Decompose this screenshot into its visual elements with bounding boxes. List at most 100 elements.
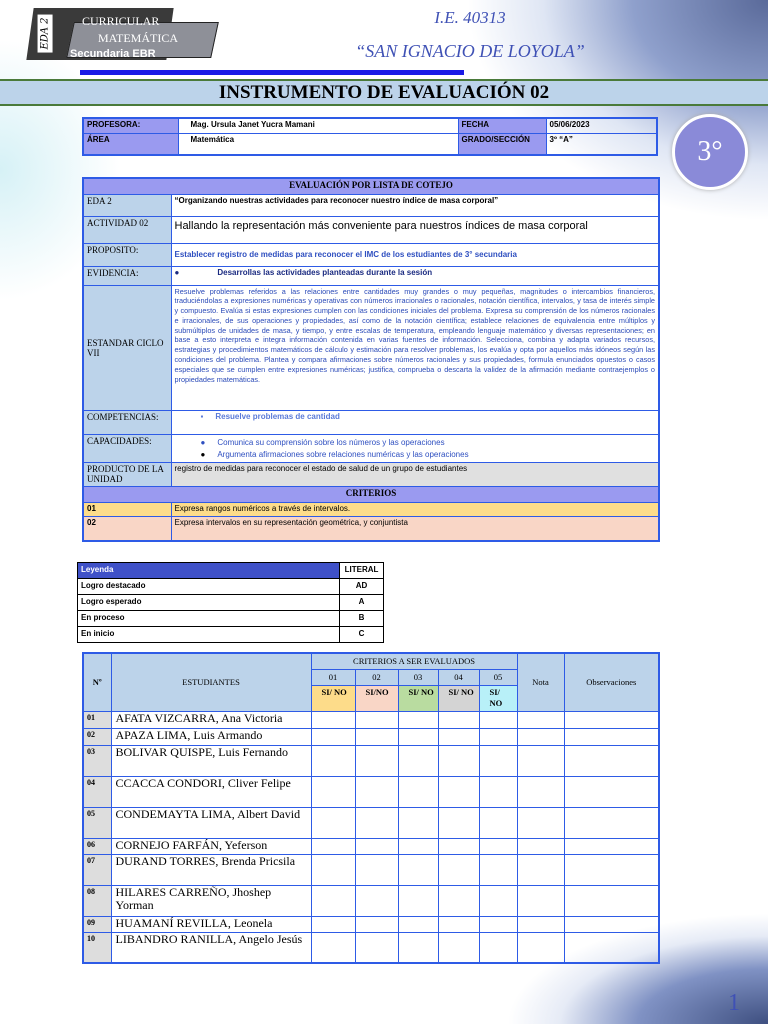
criterion-cell[interactable] — [310, 884, 356, 917]
criterion-cell[interactable] — [478, 775, 518, 808]
grado-value: 3º “A” — [545, 132, 658, 156]
legend-literal: AD — [339, 578, 384, 595]
nota-cell[interactable] — [516, 853, 565, 886]
criterion-cell[interactable] — [310, 727, 356, 746]
criterion-col-header: 04 — [437, 668, 480, 686]
students-header: ESTUDIANTES — [110, 652, 312, 712]
criterion-cell[interactable] — [437, 710, 480, 729]
si-no-header: SI/ NO — [310, 684, 356, 712]
criterion-cell[interactable] — [478, 837, 518, 855]
criterion-cell[interactable] — [354, 884, 399, 917]
criterion-cell[interactable] — [354, 744, 399, 777]
activity-value: Hallando la representación más convenien… — [170, 215, 660, 244]
grade-badge: 3° — [672, 114, 748, 190]
criterion-cell[interactable] — [478, 710, 518, 729]
bullet-icon: ▪ — [200, 411, 204, 421]
eda-badge: EDA 2 CURRICULAR MATEMÁTICA Secundaria E… — [20, 8, 220, 60]
criterion-cell[interactable] — [310, 837, 356, 855]
criterion-cell[interactable] — [397, 853, 439, 886]
student-name: CONDEMAYTA LIMA, Albert David — [110, 806, 312, 839]
criterion-cell[interactable] — [397, 806, 439, 839]
student-num: 04 — [82, 775, 112, 808]
student-name: LIBANDRO RANILLA, Angelo Jesús — [110, 931, 312, 964]
criterion-cell[interactable] — [310, 931, 356, 964]
criterion-cell[interactable] — [310, 710, 356, 729]
observations-cell[interactable] — [563, 775, 660, 808]
nota-cell[interactable] — [516, 727, 565, 746]
criterion-cell[interactable] — [437, 727, 480, 746]
nota-cell[interactable] — [516, 710, 565, 729]
criterion-cell[interactable] — [437, 915, 480, 933]
nota-cell[interactable] — [516, 884, 565, 917]
criterion-cell[interactable] — [437, 853, 480, 886]
observations-cell[interactable] — [563, 931, 660, 964]
evidence-value: Desarrollas las actividades planteadas d… — [217, 267, 433, 277]
nota-cell[interactable] — [516, 744, 565, 777]
criterion-cell[interactable] — [354, 931, 399, 964]
criterion-cell[interactable] — [478, 806, 518, 839]
nota-cell[interactable] — [516, 775, 565, 808]
criterion-cell[interactable] — [397, 915, 439, 933]
observations-cell[interactable] — [563, 837, 660, 855]
si-no-header: SI/NO — [354, 684, 399, 712]
legend-label: Logro destacado — [77, 578, 340, 595]
criterion-cell[interactable] — [437, 884, 480, 917]
criterion-cell[interactable] — [478, 915, 518, 933]
criterion-cell[interactable] — [437, 806, 480, 839]
student-name: BOLIVAR QUISPE, Luis Fernando — [110, 744, 312, 777]
student-name: HILARES CARREÑO, Jhoshep Yorman — [110, 884, 312, 917]
criterion-cell[interactable] — [354, 806, 399, 839]
si-no-header: SI/ NO — [478, 684, 518, 712]
criterion-cell[interactable] — [354, 853, 399, 886]
criterion-cell[interactable] — [397, 837, 439, 855]
row-label: CAPACIDADES: — [82, 433, 172, 463]
criterion-cell[interactable] — [397, 727, 439, 746]
criterion-cell[interactable] — [310, 744, 356, 777]
criterion-cell[interactable] — [354, 837, 399, 855]
nota-cell[interactable] — [516, 915, 565, 933]
criterion-cell[interactable] — [478, 744, 518, 777]
criterion-cell[interactable] — [354, 727, 399, 746]
student-num: 06 — [82, 837, 112, 855]
observations-cell[interactable] — [563, 806, 660, 839]
criterion-cell[interactable] — [478, 884, 518, 917]
criterion-cell[interactable] — [310, 915, 356, 933]
observations-cell[interactable] — [563, 710, 660, 729]
nota-cell[interactable] — [516, 931, 565, 964]
evaluation-title: EVALUACIÓN POR LISTA DE COTEJO — [82, 177, 660, 195]
nota-cell[interactable] — [516, 806, 565, 839]
criterion-cell[interactable] — [437, 837, 480, 855]
observations-cell[interactable] — [563, 744, 660, 777]
legend-header: Leyenda — [77, 562, 340, 579]
observations-cell[interactable] — [563, 915, 660, 933]
observations-cell[interactable] — [563, 727, 660, 746]
criterion-cell[interactable] — [354, 775, 399, 808]
criterion-cell[interactable] — [478, 853, 518, 886]
criterion-cell[interactable] — [397, 931, 439, 964]
criterion-text: Expresa rangos numéricos a través de int… — [170, 501, 660, 517]
criterion-cell[interactable] — [478, 727, 518, 746]
criterion-cell[interactable] — [437, 775, 480, 808]
criterion-cell[interactable] — [354, 915, 399, 933]
row-label: ESTANDAR CICLO VII — [82, 284, 172, 411]
nota-cell[interactable] — [516, 837, 565, 855]
bullet-icon: ● — [174, 267, 180, 277]
area-value: Matemática — [177, 132, 459, 156]
criterion-col-header: 01 — [310, 668, 356, 686]
criterion-cell[interactable] — [310, 806, 356, 839]
student-num: 05 — [82, 806, 112, 839]
criterion-cell[interactable] — [437, 931, 480, 964]
criterion-cell[interactable] — [437, 744, 480, 777]
criterion-cell[interactable] — [397, 710, 439, 729]
observations-cell[interactable] — [563, 884, 660, 917]
criterion-cell[interactable] — [397, 775, 439, 808]
observations-cell[interactable] — [563, 853, 660, 886]
capacity-item: Argumenta afirmaciones sobre relaciones … — [217, 449, 469, 459]
criterion-cell[interactable] — [397, 744, 439, 777]
criterion-cell[interactable] — [310, 853, 356, 886]
criterion-cell[interactable] — [354, 710, 399, 729]
criterion-cell[interactable] — [478, 931, 518, 964]
criterion-cell[interactable] — [397, 884, 439, 917]
competence-value: Resuelve problemas de cantidad — [215, 411, 340, 421]
criterion-cell[interactable] — [310, 775, 356, 808]
